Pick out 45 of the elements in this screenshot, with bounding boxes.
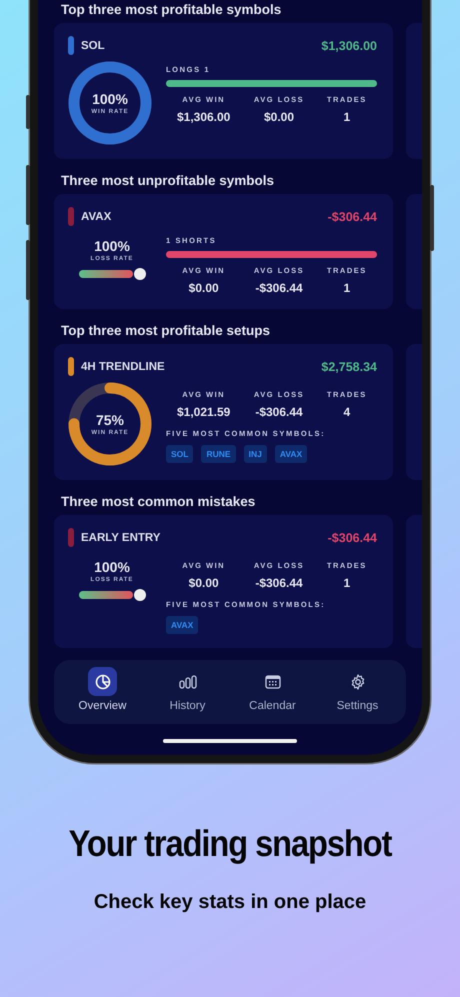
total-amount: $1,306.00 [321,38,377,52]
section-heading: Top three most profitable symbols [61,2,282,17]
card-title: AVAX [81,210,112,222]
stat-value: $1,021.59 [176,405,230,419]
total-amount: $2,758.34 [321,360,377,374]
stat-value: $1,306.00 [176,110,230,124]
total-amount: -$306.44 [328,530,377,544]
bar-chart-icon [178,674,196,688]
tab[interactable]: Calendar [238,667,308,712]
stat-value: -$306.44 [255,405,303,419]
tab[interactable]: Settings [322,667,392,712]
section-heading: Three most common mistakes [61,494,256,509]
stat-value: $0.00 [188,281,219,295]
settings-icon [350,674,366,690]
stat-value: $0.00 [188,576,219,590]
total-amount: -$306.44 [328,210,377,224]
stat-value: 1 [344,281,350,295]
tab[interactable]: History [152,667,222,712]
stat-value: 1 [344,576,350,590]
stat-value: 4 [344,405,350,419]
rate-thumb [134,268,146,280]
calendar-icon [264,674,280,688]
tab[interactable]: Overview [68,667,138,712]
symbol-tag: SOL [166,445,194,463]
card-title: SOL [81,40,106,52]
rate-value: 75% [96,412,124,428]
stat-value: 1 [344,110,350,124]
card-title: EARLY ENTRY [81,532,162,544]
section-heading: Top three most profitable setups [61,323,272,338]
symbol-tag: AVAX [274,445,308,463]
stat-value: -$306.44 [255,281,303,295]
symbol-tag: AVAX [166,616,198,634]
symbol-tag: RUNE [201,445,236,463]
card-title: 4H TRENDLINE [81,360,166,372]
rate-value: 100% [92,91,128,107]
headline: Your trading snapshot [68,823,393,865]
section-heading: Three most unprofitable symbols [61,173,276,188]
pie-chart-icon [94,674,110,690]
rate-value: 100% [94,559,130,575]
symbol-tag: INJ [244,445,267,463]
stat-value: -$306.44 [255,576,303,590]
rate-value: 100% [94,238,130,254]
subheadline: Check key stats in one place [92,891,368,914]
rate-thumb [134,589,146,601]
stat-value: $0.00 [264,110,294,124]
